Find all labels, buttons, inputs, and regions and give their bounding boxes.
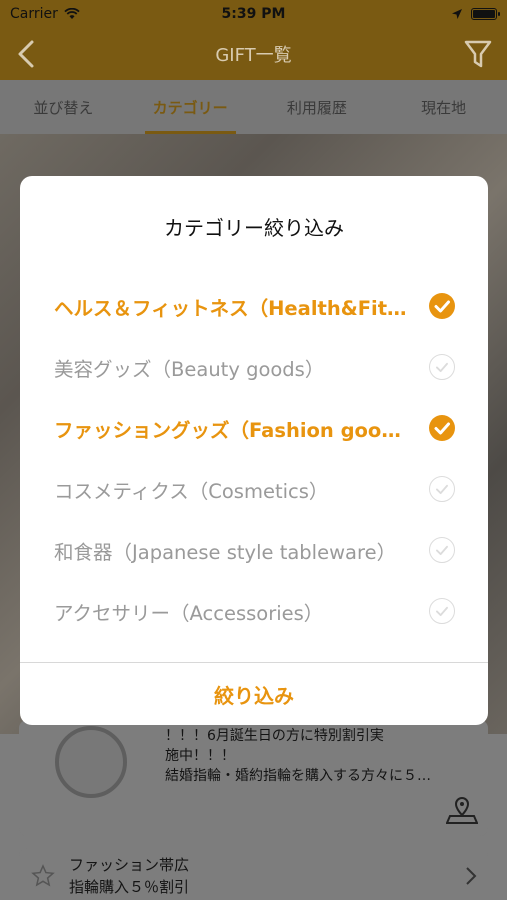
gift-list-line: 指輪購入５％割引 xyxy=(69,878,190,896)
category-option-label: アクセサリー（Accessories） xyxy=(54,601,324,625)
page-title: GIFT一覧 xyxy=(215,45,292,66)
category-option-label: 和食器（Japanese style tableware） xyxy=(54,540,397,564)
apply-filter-button[interactable]: 絞り込み xyxy=(20,663,488,725)
ring-image xyxy=(55,726,127,798)
status-bar: Carrier 5:39 PM xyxy=(0,0,507,28)
gift-card-line: 施中！！！ xyxy=(165,748,235,764)
clock: 5:39 PM xyxy=(221,6,286,22)
category-option-accessories[interactable]: アクセサリー（Accessories） xyxy=(20,587,488,635)
map-pin-icon[interactable] xyxy=(446,796,478,824)
tab-category[interactable]: カテゴリー xyxy=(127,80,254,134)
category-option-beauty-goods[interactable]: 美容グッズ（Beauty goods） xyxy=(20,343,488,391)
tab-bar: 並び替え カテゴリー 利用履歴 現在地 xyxy=(0,80,507,134)
checkmark-checked-icon[interactable] xyxy=(429,415,455,441)
tab-current-location[interactable]: 現在地 xyxy=(380,80,507,134)
battery-icon xyxy=(471,8,500,20)
gift-list-item[interactable]: ファッション帯広 指輪購入５％割引 xyxy=(19,848,488,900)
checkmark-unchecked-icon[interactable] xyxy=(429,476,455,502)
category-option-fashion-goods[interactable]: ファッショングッズ（Fashion goods） xyxy=(20,404,488,452)
gift-list-text: ファッション帯広 指輪購入５％割引 xyxy=(69,854,189,898)
filter-funnel-icon[interactable] xyxy=(463,38,493,70)
category-option-cosmetics[interactable]: コスメティクス（Cosmetics） xyxy=(20,465,488,513)
chevron-right-icon xyxy=(466,867,477,885)
gift-list-line: ファッション帯広 xyxy=(69,856,190,874)
category-filter-modal: カテゴリー絞り込み ヘルス＆フィットネス（Health&Fitness） 美容グ… xyxy=(20,176,488,725)
category-option-health-fitness[interactable]: ヘルス＆フィットネス（Health&Fitness） xyxy=(20,282,488,330)
gift-card-text: ！！！6月誕生日の方に特別割引実 施中！！！ 結婚指輪・婚約指輪を購入する方々に… xyxy=(165,726,477,786)
tab-history[interactable]: 利用履歴 xyxy=(254,80,381,134)
tab-sort[interactable]: 並び替え xyxy=(0,80,127,134)
nav-bar: GIFT一覧 xyxy=(0,28,507,80)
checkmark-checked-icon[interactable] xyxy=(429,293,455,319)
category-option-label: ファッショングッズ（Fashion goods） xyxy=(54,418,410,442)
modal-title: カテゴリー絞り込み xyxy=(164,216,344,240)
gift-card-line: 結婚指輪・婚約指輪を購入する方々に５… xyxy=(165,768,431,784)
star-icon[interactable] xyxy=(31,864,55,888)
gift-card[interactable]: ！！！6月誕生日の方に特別割引実 施中！！！ 結婚指輪・婚約指輪を購入する方々に… xyxy=(19,720,488,836)
gift-card-line: ！！！6月誕生日の方に特別割引実 xyxy=(165,728,384,744)
category-option-label: コスメティクス（Cosmetics） xyxy=(54,479,329,503)
category-option-label: 美容グッズ（Beauty goods） xyxy=(54,357,325,381)
category-option-japanese-tableware[interactable]: 和食器（Japanese style tableware） xyxy=(20,526,488,574)
back-arrow-icon[interactable] xyxy=(12,38,44,70)
category-option-label: ヘルス＆フィットネス（Health&Fitness） xyxy=(54,296,410,320)
checkmark-unchecked-icon[interactable] xyxy=(429,598,455,624)
checkmark-unchecked-icon[interactable] xyxy=(429,354,455,380)
checkmark-unchecked-icon[interactable] xyxy=(429,537,455,563)
